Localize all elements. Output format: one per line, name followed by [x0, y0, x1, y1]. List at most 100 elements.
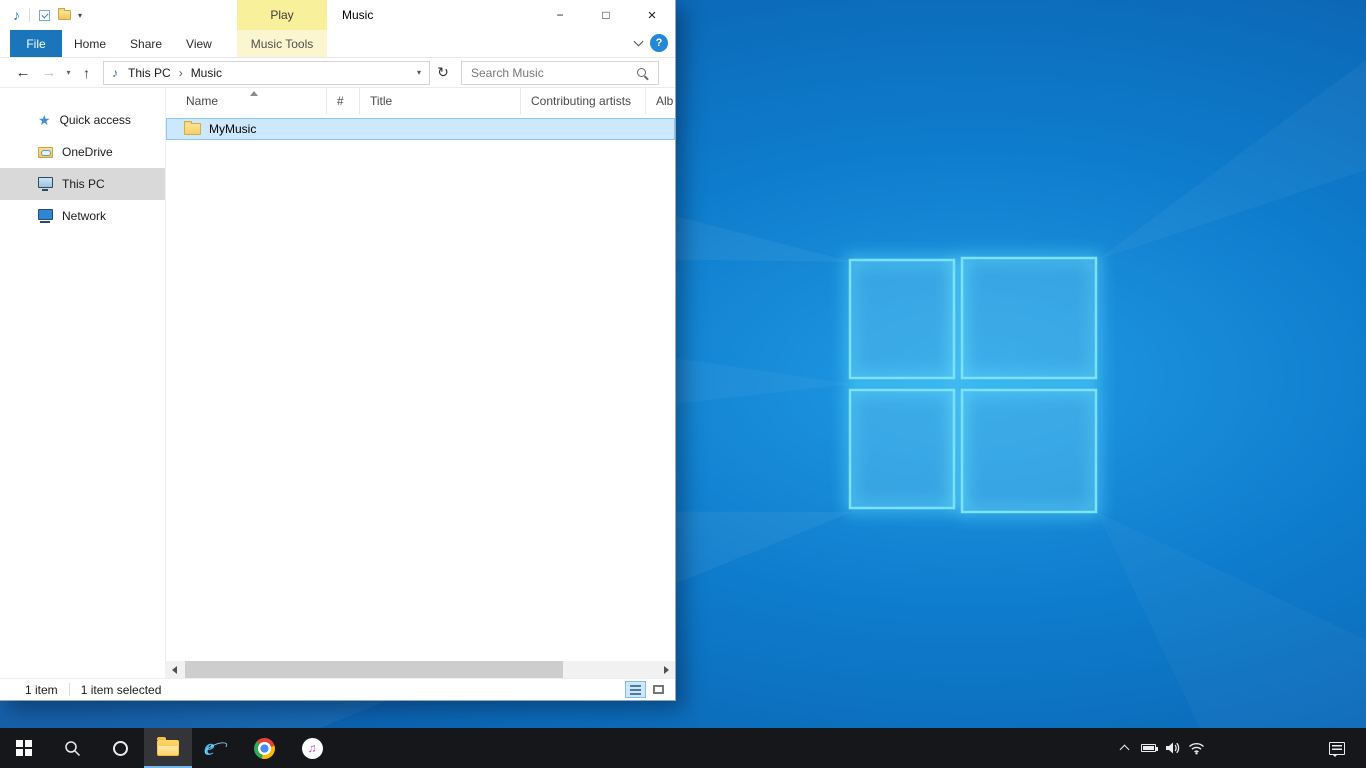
minimize-button[interactable]: − — [537, 0, 583, 30]
forward-button[interactable]: → — [36, 64, 62, 81]
internet-explorer-icon: e — [204, 735, 228, 761]
scrollbar-thumb[interactable] — [185, 661, 563, 678]
wifi-icon — [1188, 741, 1205, 755]
search-input[interactable] — [462, 66, 637, 80]
file-explorer-taskbar-button[interactable] — [144, 728, 192, 768]
itunes-icon: ♫ — [302, 738, 323, 759]
large-icons-view-icon — [653, 685, 664, 694]
breadcrumb-music[interactable]: Music — [189, 66, 224, 80]
tab-home[interactable]: Home — [62, 30, 118, 57]
file-explorer-window: ♪ ▾ Play Music − □ × File Home Share Vie… — [0, 0, 676, 701]
file-explorer-icon — [157, 740, 179, 756]
navigation-bar: ← → ▾ ↑ ♪ This PC › Music ▾ ↻ — [0, 58, 675, 88]
status-bar: 1 item 1 item selected — [0, 678, 675, 700]
volume-tray-button[interactable] — [1160, 728, 1184, 768]
show-hidden-icons-button[interactable] — [1112, 728, 1136, 768]
sidebar-item-quick-access[interactable]: ★ Quick access — [0, 104, 165, 136]
contextual-tab-play[interactable]: Play — [237, 0, 327, 30]
music-note-icon: ♪ — [112, 66, 118, 80]
sidebar-item-this-pc[interactable]: This PC — [0, 168, 165, 200]
folder-icon — [184, 123, 201, 135]
tab-file[interactable]: File — [10, 30, 62, 57]
sidebar-item-network[interactable]: Network — [0, 200, 165, 232]
chrome-taskbar-button[interactable] — [240, 728, 288, 768]
sidebar-item-onedrive[interactable]: OneDrive — [0, 136, 165, 168]
window-title: Music — [342, 0, 373, 30]
search-icon — [637, 68, 646, 77]
search-icon — [64, 740, 81, 757]
scroll-right-arrow-icon[interactable] — [658, 661, 675, 678]
column-header-number[interactable]: # — [327, 88, 360, 114]
file-row-mymusic[interactable]: MyMusic — [166, 118, 675, 140]
battery-icon — [1141, 744, 1156, 752]
large-icons-view-button[interactable] — [648, 681, 669, 698]
column-header-album[interactable]: Alb — [646, 88, 675, 114]
address-dropdown-icon[interactable]: ▾ — [409, 68, 429, 77]
battery-tray-button[interactable] — [1136, 728, 1160, 768]
up-button[interactable]: ↑ — [75, 65, 98, 81]
ribbon-collapse-chevron-icon[interactable] — [635, 38, 642, 45]
network-tray-button[interactable] — [1184, 728, 1208, 768]
music-note-icon: ♪ — [13, 7, 20, 23]
itunes-taskbar-button[interactable]: ♫ — [288, 728, 336, 768]
cortana-icon — [113, 741, 128, 756]
internet-explorer-taskbar-button[interactable]: e — [192, 728, 240, 768]
cortana-button[interactable] — [96, 728, 144, 768]
file-name: MyMusic — [209, 122, 256, 136]
sidebar-item-label: OneDrive — [62, 145, 113, 159]
maximize-button[interactable]: □ — [583, 0, 629, 30]
computer-icon — [38, 177, 53, 188]
sidebar: ★ Quick access OneDrive This PC Network — [0, 88, 166, 678]
column-header-contributing-artists[interactable]: Contributing artists — [521, 88, 646, 114]
volume-icon — [1164, 740, 1180, 756]
sidebar-item-label: Network — [62, 209, 106, 223]
tab-share[interactable]: Share — [118, 30, 174, 57]
properties-icon[interactable] — [39, 10, 50, 21]
file-list: Name # Title Contributing artists Alb My… — [166, 88, 675, 678]
action-center-icon — [1329, 742, 1345, 755]
file-rows[interactable]: MyMusic — [166, 114, 675, 661]
windows-logo-icon — [16, 740, 32, 756]
sidebar-item-label: This PC — [62, 177, 105, 191]
horizontal-scrollbar[interactable] — [166, 661, 675, 678]
taskbar: e ♫ — [0, 728, 1366, 768]
column-header-name[interactable]: Name — [166, 88, 327, 114]
sort-ascending-icon — [250, 91, 258, 96]
onedrive-icon — [38, 147, 53, 158]
new-folder-icon[interactable] — [58, 10, 71, 20]
details-view-button[interactable] — [625, 681, 646, 698]
explorer-content: ★ Quick access OneDrive This PC Network … — [0, 88, 675, 678]
quick-access-star-icon: ★ — [38, 113, 51, 127]
tab-music-tools[interactable]: Music Tools — [237, 30, 327, 57]
tab-view[interactable]: View — [174, 30, 224, 57]
sidebar-item-label: Quick access — [60, 113, 131, 127]
back-button[interactable]: ← — [10, 64, 36, 81]
system-tray — [1112, 728, 1208, 768]
action-center-button[interactable] — [1316, 728, 1358, 768]
chevron-up-icon — [1119, 745, 1129, 755]
status-separator — [69, 683, 70, 696]
breadcrumb-this-pc[interactable]: This PC — [126, 66, 173, 80]
refresh-icon[interactable]: ↻ — [430, 64, 456, 81]
details-view-icon — [630, 685, 641, 695]
scrollbar-track[interactable] — [183, 661, 658, 678]
start-button[interactable] — [0, 728, 48, 768]
search-box[interactable] — [461, 61, 659, 85]
taskbar-search-button[interactable] — [48, 728, 96, 768]
column-header-row: Name # Title Contributing artists Alb — [166, 88, 675, 114]
titlebar-separator — [29, 8, 30, 22]
quick-access-toolbar-dropdown-icon[interactable]: ▾ — [78, 11, 82, 20]
titlebar[interactable]: ♪ ▾ Play Music − □ × — [0, 0, 675, 30]
recent-locations-dropdown-icon[interactable]: ▾ — [62, 68, 75, 77]
breadcrumb-separator-icon[interactable]: › — [173, 66, 189, 80]
view-toggle-buttons — [625, 681, 669, 698]
close-button[interactable]: × — [629, 0, 675, 30]
window-controls: − □ × — [537, 0, 675, 30]
address-bar[interactable]: ♪ This PC › Music ▾ — [103, 61, 430, 85]
column-header-title[interactable]: Title — [360, 88, 521, 114]
help-icon[interactable]: ? — [650, 34, 668, 52]
scroll-left-arrow-icon[interactable] — [166, 661, 183, 678]
item-count: 1 item — [25, 683, 58, 697]
ribbon-tab-row: File Home Share View Music Tools ? — [0, 30, 675, 58]
chrome-icon — [254, 738, 275, 759]
